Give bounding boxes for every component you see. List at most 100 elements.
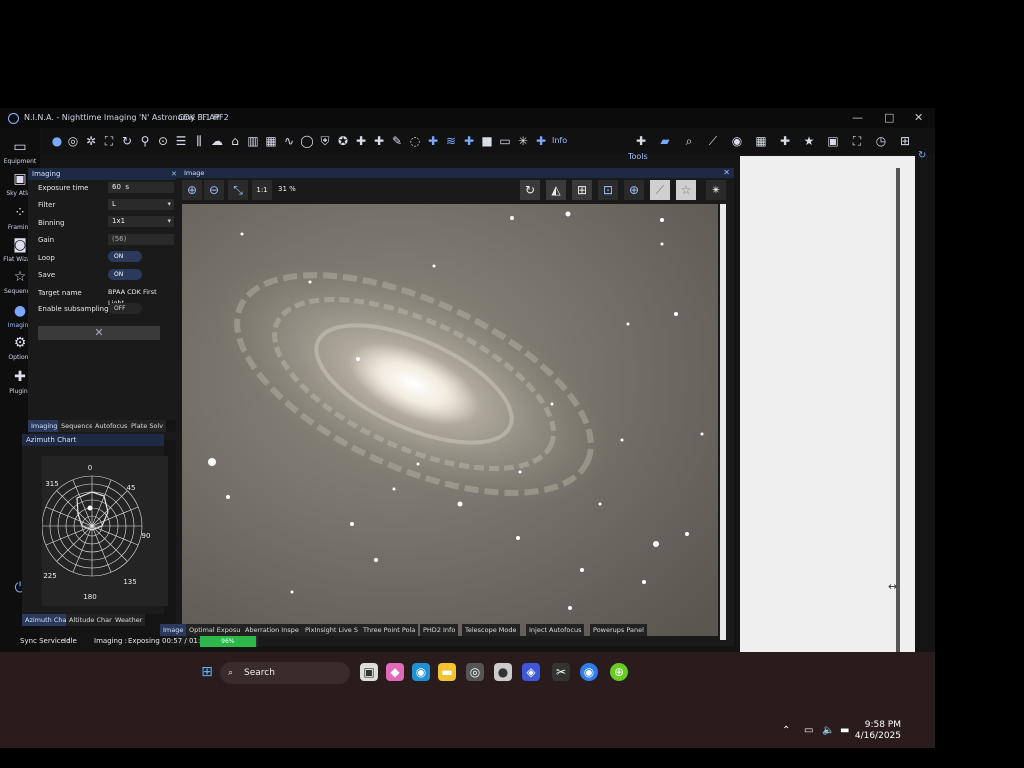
refresh-icon[interactable]: ↻ [120,134,134,148]
history-icon[interactable]: ◷ [874,134,888,148]
tools-app-icon[interactable]: ✂ [552,663,570,681]
minimize-icon[interactable]: — [852,108,863,128]
binning-select[interactable]: 1x1 [108,216,174,227]
display-tray-icon[interactable]: ▭ [804,725,813,736]
taskbar-search[interactable]: ⌕ Search [220,662,350,684]
crosshair-icon[interactable]: ⊡ [598,180,618,200]
star-detection-icon[interactable]: ☆ [676,180,696,200]
star-icon[interactable]: ★ [802,134,816,148]
cancel-exposure-button[interactable]: ✕ [38,326,160,340]
zoom-in-icon[interactable]: ⊕ [182,180,202,200]
tray-chevron-icon[interactable]: ⌃ [782,725,790,736]
gain-label: Gain [38,236,55,244]
windows-start-icon[interactable]: ⊞ [198,663,216,681]
dock-area: ↔ [740,156,915,696]
telescope-icon[interactable]: ⚲ [138,134,152,148]
weather-icon[interactable]: ☁ [210,134,224,148]
tab-autofocus[interactable]: Autofocus [92,420,131,432]
dome-icon[interactable]: ⌂ [228,134,242,148]
guider-icon[interactable]: ⊙ [156,134,170,148]
close-icon[interactable]: ✕ [914,108,923,128]
save-toggle[interactable]: ON [108,269,142,280]
plugin-icon[interactable]: ✚ [354,134,368,148]
filter-select[interactable]: L [108,199,174,210]
ruler-icon[interactable]: ▰ [658,134,672,148]
sidebar-item-equipment[interactable]: ▭ Equipment [2,138,38,165]
volume-icon[interactable]: 🔈 [822,725,834,736]
ap-icon[interactable]: ▣ [826,134,840,148]
maximize-icon[interactable]: □ [884,108,894,128]
loop-toggle[interactable]: ON [108,251,142,262]
wand-icon[interactable]: ⟋ [706,134,720,148]
task-view-icon[interactable]: ▣ [360,663,378,681]
close-icon[interactable]: ✕ [723,168,730,178]
zoom-level: 31 % [278,185,296,193]
puzzle-icon[interactable]: ✚ [778,134,792,148]
layers-icon[interactable]: ≋ [444,134,458,148]
zoom-out-icon[interactable]: ⊖ [204,180,224,200]
tab-weather[interactable]: Weather [112,614,146,626]
focuser-icon[interactable]: ✲ [84,134,98,148]
binning-label: Binning [38,219,65,227]
nina-app-icon[interactable]: ◎ [466,663,484,681]
switch-icon[interactable]: ⫼ [192,134,206,148]
plugin-3-icon[interactable]: ✚ [426,134,440,148]
gain-input[interactable]: (56) [108,234,174,245]
video-icon[interactable]: ■ [480,134,494,148]
tab-altitude-chart[interactable]: Altitude Chart [66,614,118,626]
framing-tool-icon[interactable]: ⛶ [850,134,864,148]
exposure-input[interactable]: 60 s [108,182,174,193]
copilot-icon[interactable]: ◆ [386,663,404,681]
target-name-label: Target name [38,289,82,297]
taskbar-clock[interactable]: 9:58 PM 4/16/2025 [855,720,901,742]
vertical-scrollbar[interactable] [720,204,726,640]
rotator-icon[interactable]: ⛶ [102,134,116,148]
imaging-panel-header: Imaging ✕ [28,168,180,180]
target-name-input[interactable]: BPAA CDK First Light [104,287,174,307]
chat-app-icon[interactable]: ● [494,663,512,681]
galaxy-image[interactable] [182,204,718,636]
tab-plate-solve[interactable]: Plate Solv [128,420,167,432]
plus-icon[interactable]: ✚ [634,134,648,148]
vpn-app-icon[interactable]: ◈ [522,663,540,681]
subsampling-toggle[interactable]: OFF [108,303,142,314]
edge-icon[interactable]: ◉ [412,663,430,681]
grid-tool-icon[interactable]: ⊞ [898,134,912,148]
badge-icon[interactable]: ✪ [336,134,350,148]
zoom-1to1-button[interactable]: 1:1 [252,180,272,200]
satellite-icon[interactable]: ◌ [408,134,422,148]
shield-icon[interactable]: ⛨ [318,134,332,148]
target-icon[interactable]: ⊕ [624,180,644,200]
plugin-4-icon[interactable]: ✚ [462,134,476,148]
annotate-icon[interactable]: ✴ [706,180,726,200]
tab-imaging[interactable]: Imaging [28,420,61,432]
safety-icon[interactable]: ▦ [264,134,278,148]
search-icon[interactable]: ⌕ [682,134,696,148]
lightbulb-icon[interactable]: ◯ [300,134,314,148]
phd2-app-icon[interactable]: ⊕ [610,663,628,681]
camera-status-icon[interactable]: ● [50,134,64,148]
pipette-icon[interactable]: ✎ [390,134,404,148]
stretch-icon[interactable]: ⟋ [650,180,670,200]
fit-to-window-icon[interactable]: ⤡ [228,180,248,200]
dock-splitter[interactable] [896,168,900,688]
info-label[interactable]: Info [552,136,567,145]
graph-icon[interactable]: ∿ [282,134,296,148]
flip-icon[interactable]: ◭ [546,180,566,200]
list-icon[interactable]: ☰ [174,134,188,148]
filter-wheel-icon[interactable]: ◎ [66,134,80,148]
grid-icon[interactable]: ⊞ [572,180,592,200]
sun-icon[interactable]: ✳ [516,134,530,148]
tab-sequence[interactable]: Sequence [58,420,97,432]
plugin-info-icon[interactable]: ✚ [534,134,548,148]
file-explorer-icon[interactable]: ▬ [438,663,456,681]
refresh-icon[interactable]: ↻ [918,150,926,161]
battery-icon[interactable]: ▬ [840,725,849,736]
target-icon[interactable]: ◉ [730,134,744,148]
plugin-2-icon[interactable]: ✚ [372,134,386,148]
image-icon[interactable]: ▭ [498,134,512,148]
chart-icon[interactable]: ▥ [246,134,260,148]
calculator-icon[interactable]: ▦ [754,134,768,148]
rotate-icon[interactable]: ↻ [520,180,540,200]
messenger-app-icon[interactable]: ◉ [580,663,598,681]
